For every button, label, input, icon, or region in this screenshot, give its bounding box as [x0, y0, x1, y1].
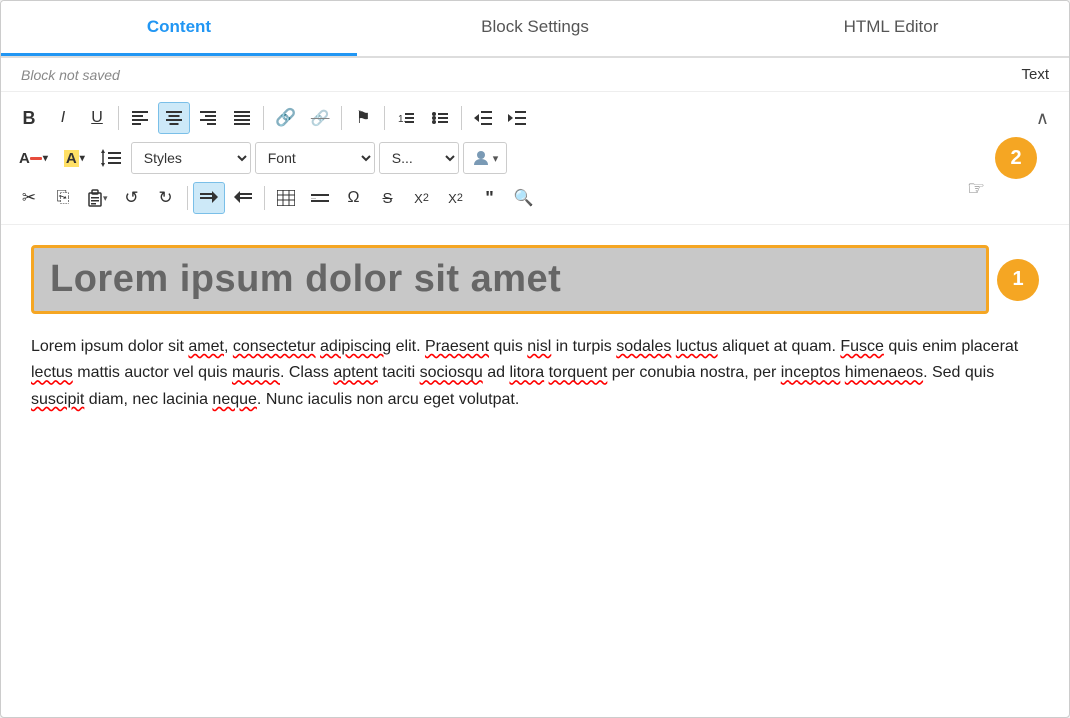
copy-button[interactable]: ⎘: [47, 182, 79, 214]
font-dropdown[interactable]: Font: [255, 142, 375, 174]
cut-button[interactable]: ✂: [13, 182, 45, 214]
heading-box: Lorem ipsum dolor sit amet: [31, 245, 989, 314]
align-justify-button[interactable]: [226, 102, 258, 134]
unlink-button[interactable]: 🔗: [304, 102, 336, 134]
size-dropdown[interactable]: S...: [379, 142, 459, 174]
badge-2: 2: [995, 137, 1037, 179]
tab-content[interactable]: Content: [1, 1, 357, 56]
table-button[interactable]: [270, 182, 302, 214]
styles-dropdown[interactable]: Styles: [131, 142, 251, 174]
sep-6: [187, 186, 188, 210]
font-bg-color-button[interactable]: A ▾: [58, 142, 91, 174]
block-type-label: Text: [1021, 66, 1049, 83]
toolbar: B I U 🔗 🔗 ⚑ 1.: [1, 92, 1069, 225]
blockquote-button[interactable]: ": [474, 182, 506, 214]
block-not-saved-label: Block not saved: [21, 67, 120, 83]
redo-button[interactable]: ↻: [150, 182, 182, 214]
collapse-toolbar-button[interactable]: ∧: [1028, 108, 1057, 129]
badge-1: 1: [997, 259, 1039, 301]
indent-decrease-button[interactable]: [467, 102, 499, 134]
undo-button[interactable]: ↺: [116, 182, 148, 214]
sep-2: [263, 106, 264, 130]
sep-3: [341, 106, 342, 130]
tab-html-editor[interactable]: HTML Editor: [713, 1, 1069, 56]
ordered-list-button[interactable]: 1.: [390, 102, 422, 134]
bold-button[interactable]: B: [13, 102, 45, 134]
search-button[interactable]: 🔍: [508, 182, 540, 214]
hr-button[interactable]: [304, 182, 336, 214]
heading-wrapper: Lorem ipsum dolor sit amet 1: [31, 245, 1039, 314]
editor-panel: Content Block Settings HTML Editor Block…: [0, 0, 1070, 718]
sep-7: [264, 186, 265, 210]
anchor-button[interactable]: ⚑: [347, 102, 379, 134]
body-text[interactable]: Lorem ipsum dolor sit amet, consectetur …: [31, 334, 1039, 413]
toolbar-row-2: A ▾ A ▾: [13, 138, 1057, 178]
user-button[interactable]: ▾: [463, 142, 508, 174]
strikethrough-button[interactable]: S: [372, 182, 404, 214]
align-left-button[interactable]: [124, 102, 156, 134]
line-height-button[interactable]: [95, 142, 127, 174]
special-char-button[interactable]: Ω: [338, 182, 370, 214]
cursor-icon: ☞: [967, 176, 985, 201]
rtl-button[interactable]: [227, 182, 259, 214]
tab-bar: Content Block Settings HTML Editor: [1, 1, 1069, 58]
align-right-button[interactable]: [192, 102, 224, 134]
heading-text: Lorem ipsum dolor sit amet: [50, 258, 561, 300]
subscript-button[interactable]: X2: [406, 182, 438, 214]
paste-button[interactable]: ▾: [81, 182, 114, 214]
underline-button[interactable]: U: [81, 102, 113, 134]
font-color-button[interactable]: A ▾: [13, 142, 54, 174]
sep-5: [461, 106, 462, 130]
superscript-button[interactable]: X2: [440, 182, 472, 214]
italic-button[interactable]: I: [47, 102, 79, 134]
sep-1: [118, 106, 119, 130]
sep-4: [384, 106, 385, 130]
status-bar: Block not saved Text: [1, 58, 1069, 92]
unordered-list-button[interactable]: [424, 102, 456, 134]
tab-block-settings[interactable]: Block Settings: [357, 1, 713, 56]
svg-text:1.: 1.: [398, 114, 406, 125]
ltr-button[interactable]: [193, 182, 225, 214]
align-center-button[interactable]: [158, 102, 190, 134]
toolbar-row-3: ✂ ⎘ ▾ ↺ ↻ Ω S X2 X2: [13, 178, 1057, 218]
toolbar-row-1: B I U 🔗 🔗 ⚑ 1.: [13, 98, 1057, 138]
indent-increase-button[interactable]: [501, 102, 533, 134]
link-button[interactable]: 🔗: [269, 102, 302, 134]
editor-area[interactable]: Lorem ipsum dolor sit amet 1 Lorem ipsum…: [1, 225, 1069, 565]
